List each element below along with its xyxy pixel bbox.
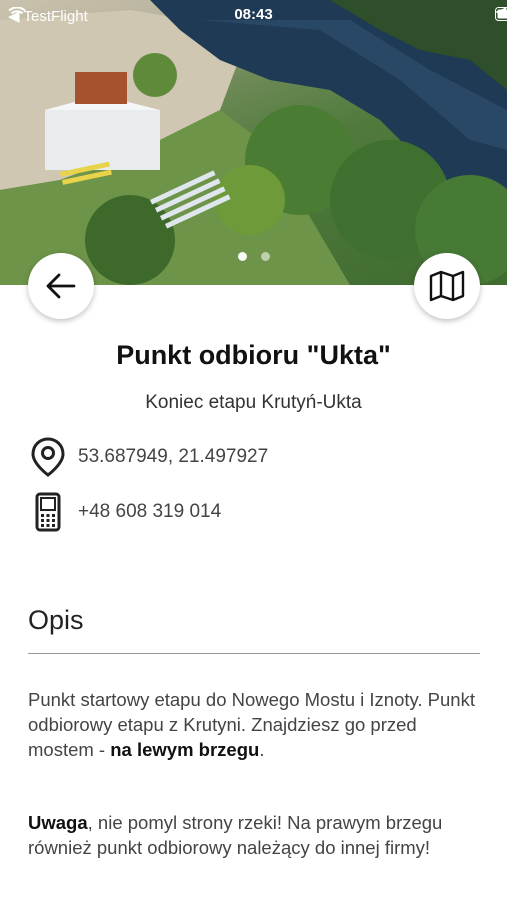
battery-icon <box>495 7 507 21</box>
description-text: . <box>259 739 265 760</box>
description-paragraph: Punkt startowy etapu do Nowego Mostu i I… <box>28 687 478 762</box>
carousel-dot[interactable] <box>237 252 247 261</box>
phone-row[interactable]: +48 608 319 014 <box>30 492 221 532</box>
carousel-dot[interactable] <box>260 252 270 261</box>
back-button[interactable] <box>28 253 94 319</box>
status-time: 08:43 <box>234 6 273 23</box>
status-bar: ◀ TestFlight 08:43 <box>0 0 507 30</box>
place-photo-carousel[interactable]: ◀ TestFlight 08:43 <box>0 0 507 285</box>
arrow-left-icon <box>46 273 76 299</box>
warning-paragraph: Uwaga, nie pomyl strony rzeki! Na prawym… <box>28 810 478 860</box>
warning-text: , nie pomyl strony rzeki! Na prawym brze… <box>28 812 443 858</box>
phone-text: +48 608 319 014 <box>78 501 222 522</box>
map-icon <box>429 270 465 302</box>
description-heading: Opis <box>28 605 84 635</box>
warning-bold: Uwaga <box>28 812 88 833</box>
mobile-phone-icon <box>30 492 66 532</box>
location-pin-icon <box>30 437 66 477</box>
place-photo <box>0 0 507 285</box>
coordinates-text: 53.687949, 21.497927 <box>78 446 269 467</box>
coordinates-row[interactable]: 53.687949, 21.497927 <box>30 437 268 477</box>
description-bold: na lewym brzegu <box>110 739 260 760</box>
place-subtitle: Koniec etapu Krutyń-Ukta <box>145 392 362 413</box>
map-button[interactable] <box>414 253 480 319</box>
divider <box>28 653 480 654</box>
place-title: Punkt odbioru "Ukta" <box>116 340 391 370</box>
